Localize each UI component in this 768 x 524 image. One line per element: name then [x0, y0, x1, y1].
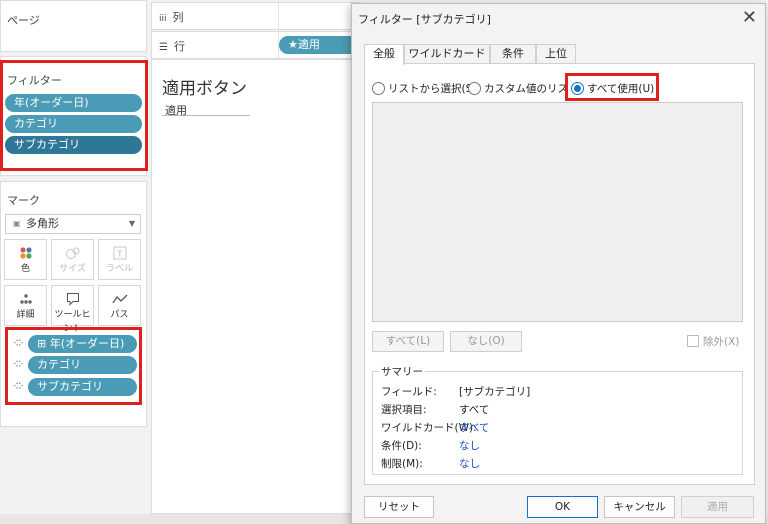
- sheet-canvas: 適用ボタン 適用: [151, 59, 361, 514]
- marks-title: マーク: [7, 194, 40, 207]
- rows-shelf[interactable]: ☰ 行 ★適用: [151, 31, 369, 59]
- tab-general[interactable]: 全般: [364, 44, 404, 65]
- shelf-divider: [278, 3, 279, 29]
- radio-custom-value-list[interactable]: カスタム値のリスト(C): [468, 81, 569, 97]
- mark-path-button[interactable]: パス: [98, 285, 141, 326]
- marks-highlight-box: [5, 327, 142, 405]
- use-all-highlight-box: [565, 73, 659, 101]
- svg-text:T: T: [116, 250, 123, 260]
- tab-wildcard[interactable]: ワイルドカード: [404, 44, 490, 64]
- radio-select-from-list[interactable]: リストから選択(S): [372, 81, 476, 97]
- summary-group: サマリー フィールド: [サブカテゴリ] 選択項目: すべて ワイルドカード(W…: [372, 364, 743, 475]
- mark-path-label: パス: [110, 310, 129, 320]
- select-none-button[interactable]: なし(O): [450, 331, 522, 352]
- filter-dialog: フィルター [サブカテゴリ] ✕ 全般 ワイルドカード 条件 上位 リストから選…: [351, 3, 766, 524]
- value-list-box: [372, 102, 743, 322]
- radio-circle: [372, 82, 385, 95]
- apply-parameter-control[interactable]: 適用: [162, 102, 250, 117]
- color-dots-icon: [5, 240, 46, 262]
- pages-title: ページ: [7, 14, 40, 27]
- pages-card: ページ: [0, 0, 147, 52]
- polygon-icon: ▣: [13, 219, 21, 228]
- checkbox-box: [687, 335, 699, 347]
- cancel-button[interactable]: キャンセル: [604, 496, 675, 518]
- radio-circle: [468, 82, 481, 95]
- size-icon: [52, 240, 93, 262]
- tab-condition[interactable]: 条件: [490, 44, 536, 64]
- mark-type-value: 多角形: [26, 217, 59, 230]
- mark-tooltip-button[interactable]: ツールヒント: [51, 285, 94, 334]
- ok-button[interactable]: OK: [527, 496, 598, 518]
- tab-top[interactable]: 上位: [536, 44, 576, 64]
- mark-size-button[interactable]: サイズ: [51, 239, 94, 280]
- rows-icon: ☰: [159, 42, 168, 53]
- columns-icon: iii: [159, 14, 167, 24]
- mark-color-label: 色: [20, 264, 30, 274]
- columns-shelf[interactable]: iii 列: [151, 2, 361, 30]
- mark-detail-label: 詳細: [16, 310, 35, 320]
- wildcard-link[interactable]: すべて: [459, 420, 489, 435]
- general-tab-panel: リストから選択(S) カスタム値のリスト(C) すべて使用(U) すべて(L) …: [364, 63, 755, 485]
- label-icon: T: [99, 240, 140, 262]
- columns-shelf-label: iii 列: [159, 11, 184, 24]
- apply-button[interactable]: 適用: [681, 496, 754, 518]
- mark-size-label: サイズ: [59, 264, 86, 274]
- filters-highlight-box: [0, 60, 148, 171]
- tooltip-icon: [52, 286, 93, 308]
- mark-detail-button[interactable]: 詳細: [4, 285, 47, 326]
- chevron-down-icon: ▼: [128, 219, 135, 228]
- mark-label-button[interactable]: T ラベル: [98, 239, 141, 280]
- mark-color-button[interactable]: 色: [4, 239, 47, 280]
- select-all-button[interactable]: すべて(L): [372, 331, 444, 352]
- summary-title: サマリー: [379, 364, 425, 379]
- dialog-title: フィルター [サブカテゴリ]: [358, 13, 491, 26]
- limit-link[interactable]: なし: [459, 456, 480, 471]
- reset-button[interactable]: リセット: [364, 496, 434, 518]
- rows-shelf-label: ☰ 行: [159, 40, 185, 53]
- close-icon[interactable]: ✕: [742, 6, 757, 30]
- condition-link[interactable]: なし: [459, 438, 480, 453]
- left-pane: ページ フィルター 年(オーダー日) カテゴリ サブカテゴリ マーク ▣ 多角形…: [0, 0, 148, 524]
- mark-type-dropdown[interactable]: ▣ 多角形 ▼: [5, 214, 141, 234]
- detail-icon: [5, 286, 46, 308]
- path-icon: [99, 286, 140, 308]
- mark-label-label: ラベル: [105, 264, 133, 274]
- sheet-title: 適用ボタン: [162, 79, 247, 99]
- exclude-checkbox[interactable]: 除外(X): [687, 334, 739, 349]
